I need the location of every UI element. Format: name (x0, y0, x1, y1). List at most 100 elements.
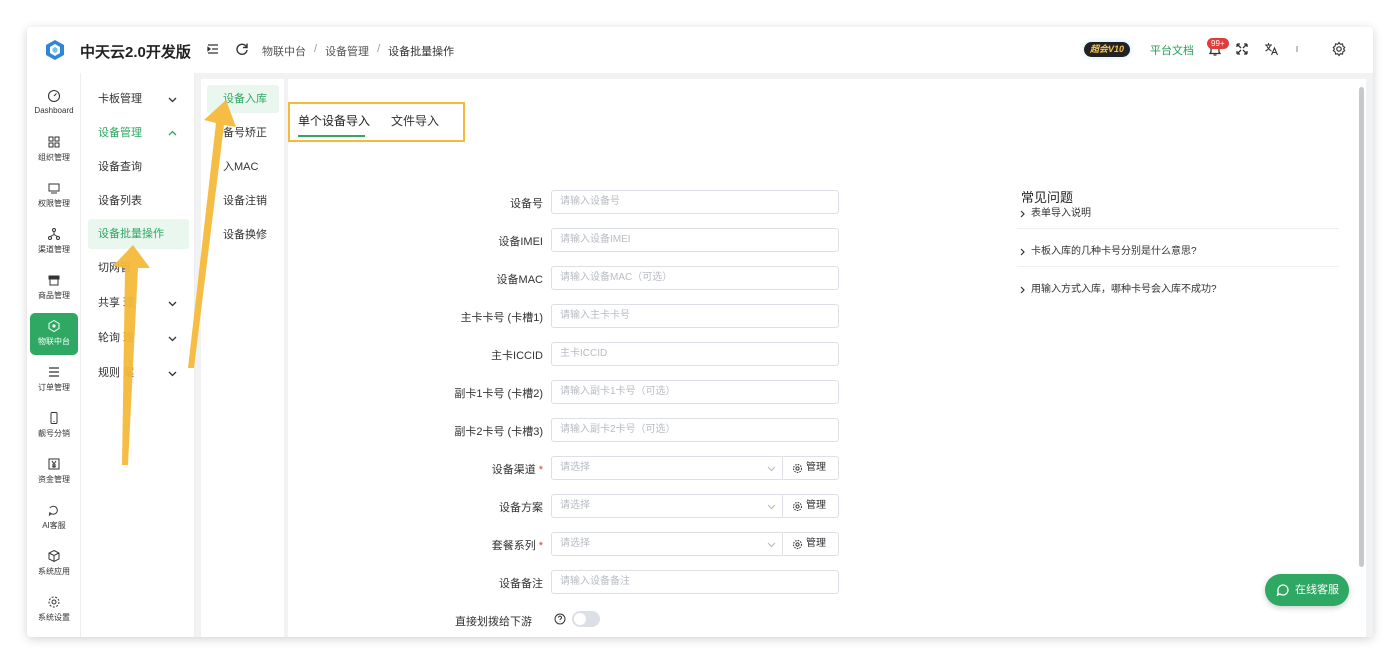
sidebar-item-funds[interactable]: 资金管理 (30, 451, 78, 493)
form-label: 设备MAC (497, 271, 543, 287)
cube-icon (48, 319, 60, 333)
form-input[interactable]: 请输入设备MAC（可选） (551, 266, 839, 290)
chevron-down-icon (168, 371, 177, 377)
menu-item-device-management[interactable]: 设备管理 (88, 118, 189, 148)
sidebar-item-org[interactable]: 组织管理 (30, 129, 78, 171)
menu-item-shared[interactable]: 共享 理 (88, 288, 189, 318)
form-input[interactable]: 请输入副卡1卡号（可选） (551, 380, 839, 404)
sidebar-item-label: AI客服 (42, 521, 66, 530)
sidebar-item-goods[interactable]: 商品管理 (30, 267, 78, 309)
sidebar-item-label: 靓号分销 (38, 429, 70, 438)
manage-button[interactable]: 管理 (782, 532, 839, 556)
sub-item-device-repair[interactable]: 设备换修 (207, 221, 279, 249)
sub-item-import-mac[interactable]: 入MAC (207, 153, 279, 181)
menu-item-device-query[interactable]: 设备查询 (88, 152, 189, 182)
gear-icon (793, 464, 802, 473)
form-input[interactable]: 请输入主卡卡号 (551, 304, 839, 328)
manage-button-label: 管理 (806, 462, 826, 473)
sidebar-item-label: 组织管理 (38, 153, 70, 162)
form-select[interactable]: 请选择 (551, 494, 783, 518)
form-row: 设备渠道 * 请选择 管理 (288, 456, 848, 480)
form-row: 设备IMEI 请输入设备IMEI (288, 228, 848, 252)
menu-fold-icon[interactable] (205, 41, 221, 57)
sidebar-item-iot[interactable]: 物联中台 (30, 313, 78, 355)
menu-item-device-batch[interactable]: 设备批量操作 (88, 219, 189, 249)
sidebar-item-orders[interactable]: 订单管理 (30, 359, 78, 401)
menu-item-label: 共享 理 (98, 297, 135, 309)
sidebar-item-ai[interactable]: AI客服 (30, 497, 78, 539)
form-row: 设备方案 请选择 管理 (288, 494, 848, 518)
form-label-text: 套餐系列 (491, 540, 536, 552)
form-input[interactable]: 请输入副卡2卡号（可选） (551, 418, 839, 442)
required-mark: * (538, 464, 543, 476)
sub-item-number-correction[interactable]: 备号矫正 (207, 119, 279, 147)
sub-item-device-stock-in[interactable]: 设备入库 (207, 85, 279, 113)
refresh-icon[interactable] (234, 41, 250, 57)
chevron-down-icon (168, 336, 177, 342)
manage-button[interactable]: 管理 (782, 456, 839, 480)
faq-item[interactable]: 用输入方式入库，哪种卡号会入库不成功? (1017, 277, 1339, 305)
sub-item-device-cancel[interactable]: 设备注销 (207, 187, 279, 215)
form-select[interactable]: 请选择 (551, 532, 783, 556)
sidebar-item-dashboard[interactable]: Dashboard (30, 83, 78, 125)
form-input[interactable]: 主卡ICCID (551, 342, 839, 366)
scrollbar[interactable] (1359, 87, 1364, 567)
form-input[interactable]: 请输入设备IMEI (551, 228, 839, 252)
manage-button[interactable]: 管理 (782, 494, 839, 518)
form-input[interactable]: 请输入设备号 (551, 190, 839, 214)
translate-icon[interactable] (1263, 41, 1279, 57)
faq-item-label: 卡板入库的几种卡号分别是什么意思? (1031, 246, 1197, 257)
breadcrumb-item[interactable]: 物联中台 (262, 43, 306, 59)
form-label: 主卡ICCID (491, 347, 543, 363)
sidebar-item-label: 商品管理 (38, 291, 70, 300)
breadcrumb-item[interactable]: 设备管理 (325, 43, 369, 59)
menu-item-label: 卡板管理 (98, 93, 142, 105)
menu-item-label: 轮询 理 (98, 332, 135, 344)
sidebar-item-settings[interactable]: 系统设置 (30, 589, 78, 631)
gear-icon[interactable] (1331, 41, 1347, 57)
chevron-right-icon (1020, 248, 1025, 256)
chevron-up-icon (168, 130, 177, 136)
form-label-text: 设备渠道 (491, 464, 536, 476)
menu-item-label: 设备列表 (98, 195, 142, 207)
sidebar-item-channel[interactable]: 渠道管理 (30, 221, 78, 263)
main-panel: 单个设备导入 文件导入 设备号 请输入设备号 设备IMEI 请输入设备IMEI 设备MA… (288, 79, 1366, 637)
online-support-button[interactable]: 在线客服 (1265, 574, 1349, 606)
monitor-icon (48, 183, 60, 194)
menu-item-label: 切网管 (98, 262, 131, 274)
sidebar-item-number[interactable]: 靓号分销 (30, 405, 78, 447)
chevron-down-icon (168, 301, 177, 307)
form-label-text: 设备方案 (499, 502, 543, 514)
vip-badge[interactable]: 超会V10 (1084, 42, 1131, 57)
form-label: 设备渠道 * (492, 461, 543, 477)
tab-file-import[interactable]: 文件导入 (391, 112, 439, 129)
sidebar-item-label: 物联中台 (38, 337, 70, 346)
list-icon (49, 367, 59, 377)
sidebar-item-apps[interactable]: 系统应用 (30, 543, 78, 585)
menu-item-rules[interactable]: 规则 案 (88, 358, 189, 388)
sidebar-item-permission[interactable]: 权限管理 (30, 175, 78, 217)
form-select[interactable]: 请选择 (551, 456, 783, 480)
brand-title: 中天云2.0开发版 (80, 44, 191, 61)
faq-item[interactable]: 卡板入库的几种卡号分别是什么意思? (1017, 239, 1339, 267)
divider-icon (1296, 46, 1298, 52)
manage-button-label: 管理 (806, 500, 826, 511)
menu-item-card-board[interactable]: 卡板管理 (88, 84, 189, 114)
select-placeholder: 请选择 (560, 500, 590, 511)
help-icon[interactable] (554, 613, 566, 625)
menu-item-polling[interactable]: 轮询 理 (88, 323, 189, 353)
form-input[interactable]: 请输入设备备注 (551, 570, 839, 594)
app-window: 中天云2.0开发版 物联中台 / 设备管理 / 设备批量操作 超会V10 平台文… (27, 27, 1373, 637)
faq-item[interactable]: 表单导入说明 (1017, 201, 1339, 229)
fullscreen-icon[interactable] (1234, 41, 1250, 57)
menu-item-device-list[interactable]: 设备列表 (88, 186, 189, 216)
breadcrumb-current: 设备批量操作 (388, 46, 455, 58)
chevron-down-icon (168, 97, 177, 103)
menu-item-network-switch[interactable]: 切网管 (88, 253, 189, 283)
tab-single-import[interactable]: 单个设备导入 (298, 112, 370, 129)
platform-docs-link[interactable]: 平台文档 (1150, 42, 1194, 58)
transfer-downstream-toggle[interactable] (572, 611, 600, 627)
tertiary-menu: 设备入库 备号矫正 入MAC 设备注销 设备换修 (201, 79, 284, 637)
select-placeholder: 请选择 (560, 538, 590, 549)
phone-icon (50, 412, 58, 424)
